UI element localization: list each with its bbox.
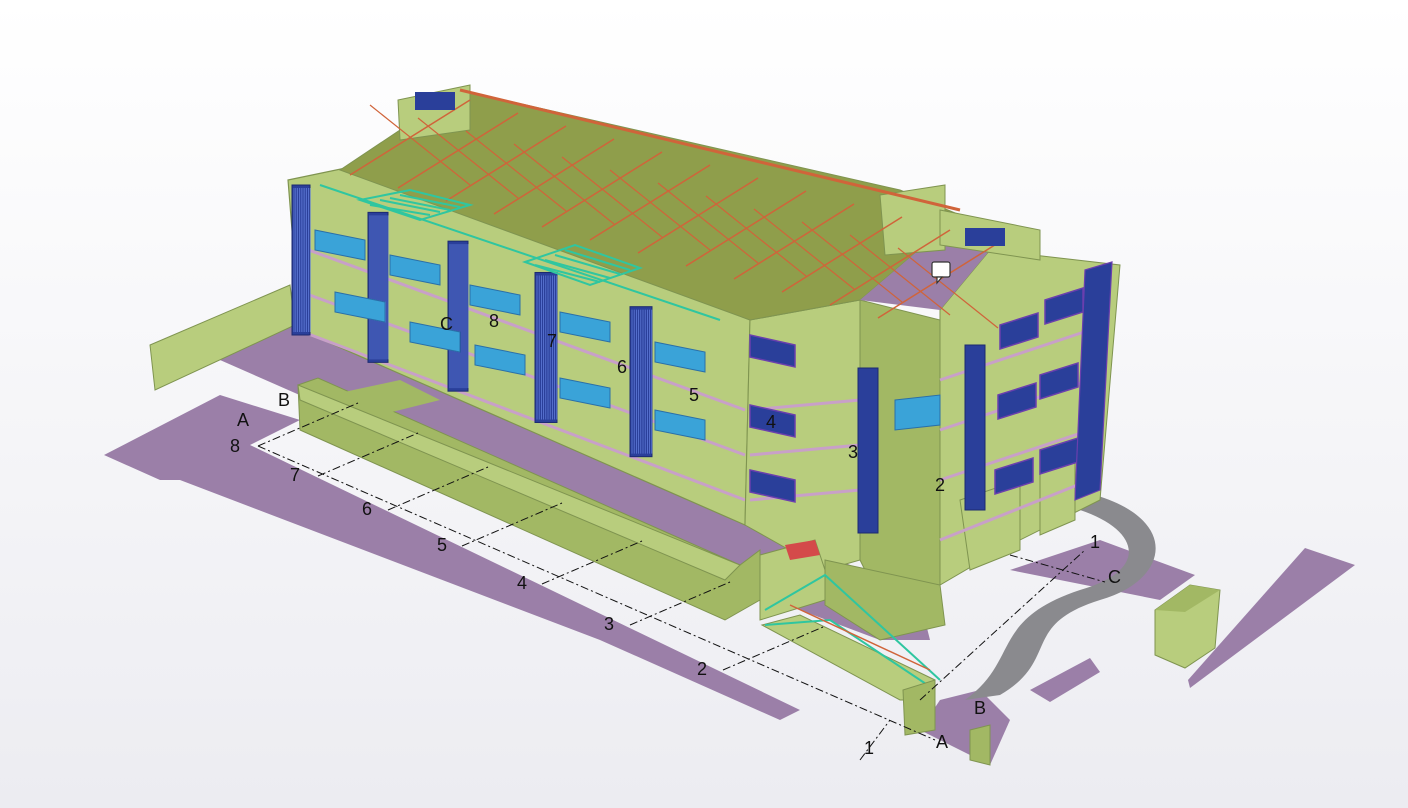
facade-label-8: 8 — [489, 311, 499, 331]
axis-label-left-a: A — [237, 410, 249, 430]
ground-slab-small — [1030, 658, 1100, 702]
axis-label-front-1: 1 — [864, 738, 874, 758]
facade-label-c: C — [440, 314, 453, 334]
axis-label-front-5: 5 — [437, 535, 447, 555]
facade-label-5: 5 — [689, 385, 699, 405]
axis-label-right-c: C — [1108, 567, 1121, 587]
axis-label-right-1: 1 — [1090, 532, 1100, 552]
stair-window — [857, 367, 879, 534]
facade-label-4: 4 — [766, 412, 776, 432]
facade-label-2: 2 — [935, 475, 945, 495]
facade-label-7: 7 — [547, 331, 557, 351]
facade-label-3: 3 — [848, 442, 858, 462]
roof-window — [415, 92, 455, 110]
building-model-3d[interactable]: 8 7 6 5 4 3 2 1 A B C 8 7 6 5 4 3 2 1 C … — [0, 0, 1408, 808]
glass-balcony — [894, 394, 941, 431]
axis-label-front-3: 3 — [604, 614, 614, 634]
axis-label-bottom-a: A — [936, 732, 948, 752]
stair-window — [964, 344, 986, 511]
axis-label-bottom-b: B — [974, 698, 986, 718]
axis-label-front-8: 8 — [230, 436, 240, 456]
model-viewport[interactable]: 8 7 6 5 4 3 2 1 A B C 8 7 6 5 4 3 2 1 C … — [0, 0, 1408, 808]
axis-label-front-7: 7 — [290, 465, 300, 485]
axis-label-front-4: 4 — [517, 573, 527, 593]
axis-label-front-2: 2 — [697, 659, 707, 679]
roof-window — [965, 228, 1005, 246]
axis-label-front-6: 6 — [362, 499, 372, 519]
facade-label-6: 6 — [617, 357, 627, 377]
axis-label-left-b: B — [278, 390, 290, 410]
